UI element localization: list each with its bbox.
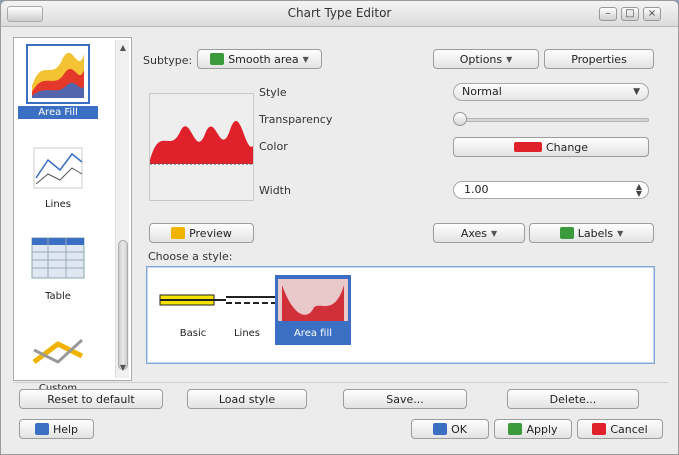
help-label: Help: [52, 422, 79, 436]
ok-icon: [433, 423, 448, 435]
help-icon: [34, 423, 49, 435]
apply-icon: [508, 423, 523, 435]
delete-label: Delete...: [549, 392, 597, 406]
reset-default-button[interactable]: Reset to default: [19, 389, 163, 409]
transparency-label: Transparency: [259, 113, 333, 126]
scroll-up-icon[interactable]: ▲: [117, 42, 129, 54]
labels-icon: [559, 227, 574, 239]
type-item-lines[interactable]: Lines: [18, 134, 98, 220]
type-item-label: Lines: [44, 199, 72, 210]
title-bar[interactable]: Chart Type Editor – □ ×: [1, 1, 678, 27]
area-fill-style-icon: [278, 279, 348, 321]
area-chart-icon: [26, 44, 90, 104]
style-choices: Basic Lines Area fill: [146, 266, 655, 364]
chart-type-list: Area Fill Lines Table ▲ ▼: [13, 37, 132, 394]
save-label: Save...: [386, 392, 424, 406]
help-button[interactable]: Help: [19, 419, 94, 439]
labels-menu-button[interactable]: Labels ▼: [529, 223, 654, 243]
type-item-label: Area Fill: [18, 106, 98, 119]
type-item-label: Table: [45, 291, 71, 302]
color-swatch: [513, 142, 542, 152]
separator: [13, 382, 668, 383]
transparency-slider-handle[interactable]: [453, 112, 467, 126]
chevron-down-icon: ▼: [617, 228, 624, 238]
preview-button[interactable]: Preview: [149, 223, 254, 243]
preview-area-chart: [150, 120, 253, 165]
color-label: Color: [259, 140, 288, 153]
choice-label: Area fill: [293, 328, 333, 339]
ok-label: OK: [451, 422, 467, 436]
cancel-button[interactable]: Cancel: [577, 419, 663, 439]
options-button[interactable]: Options ▼: [433, 49, 539, 69]
save-button[interactable]: Save...: [343, 389, 467, 409]
ok-button[interactable]: OK: [411, 419, 489, 439]
apply-button[interactable]: Apply: [494, 419, 572, 439]
transparency-slider[interactable]: [453, 118, 649, 122]
chevron-down-icon: ▼: [633, 87, 640, 97]
maximize-icon[interactable]: □: [621, 7, 639, 21]
axes-menu-button[interactable]: Axes ▼: [433, 223, 525, 243]
scroll-thumb[interactable]: [118, 240, 128, 370]
load-style-label: Load style: [218, 392, 276, 406]
line-chart-icon: [28, 138, 88, 194]
choose-style-label: Choose a style:: [148, 250, 233, 263]
style-preview: [149, 93, 254, 201]
window-title: Chart Type Editor: [287, 6, 392, 20]
axes-menu-label: Axes: [460, 226, 488, 240]
custom-chart-icon: [28, 322, 88, 378]
subtype-dropdown[interactable]: Smooth area ▼: [197, 49, 322, 69]
type-item-area[interactable]: Area Fill: [18, 42, 98, 128]
delete-button[interactable]: Delete...: [507, 389, 639, 409]
options-label: Options: [459, 52, 503, 66]
color-button-label: Change: [545, 140, 589, 154]
properties-label: Properties: [571, 52, 627, 66]
load-style-button[interactable]: Load style: [187, 389, 307, 409]
width-spinbox[interactable]: 1.00 ▲ ▼: [453, 181, 649, 199]
style-label: Style: [259, 86, 287, 99]
style-value: Normal: [462, 85, 502, 98]
chevron-down-icon: ▼: [302, 54, 309, 64]
width-value: 1.00: [464, 183, 489, 196]
chevron-down-icon: ▼: [506, 54, 513, 64]
style-select[interactable]: Normal ▼: [453, 83, 649, 101]
choice-area-fill[interactable]: Area fill: [275, 275, 351, 345]
scroll-down-icon[interactable]: ▼: [117, 362, 129, 374]
labels-menu-label: Labels: [577, 226, 614, 240]
lines-style-icon: [212, 279, 282, 321]
choice-label: Lines: [233, 328, 261, 339]
subtype-value: Smooth area: [228, 52, 299, 66]
subtype-icon: [210, 53, 225, 65]
cancel-label: Cancel: [610, 422, 648, 436]
cancel-icon: [592, 423, 607, 435]
apply-label: Apply: [526, 422, 558, 436]
reset-default-label: Reset to default: [47, 392, 135, 406]
table-icon: [28, 230, 88, 286]
preview-icon: [171, 227, 186, 239]
chevron-down-icon: ▼: [491, 228, 498, 238]
choice-lines[interactable]: Lines: [209, 275, 285, 345]
close-icon[interactable]: ×: [643, 7, 661, 21]
type-list-scrollbar[interactable]: ▲ ▼: [115, 40, 129, 378]
chart-editor-window: Chart Type Editor – □ × Area Fill Lines …: [0, 0, 679, 455]
spin-arrows-icon[interactable]: ▲ ▼: [636, 183, 642, 198]
subtype-label: Subtype:: [143, 54, 193, 67]
properties-button[interactable]: Properties: [544, 49, 654, 69]
preview-button-label: Preview: [189, 226, 232, 240]
width-label: Width: [259, 184, 291, 197]
minimize-icon[interactable]: –: [599, 7, 617, 21]
color-button[interactable]: Change: [453, 137, 649, 157]
type-item-table[interactable]: Table: [18, 226, 98, 312]
